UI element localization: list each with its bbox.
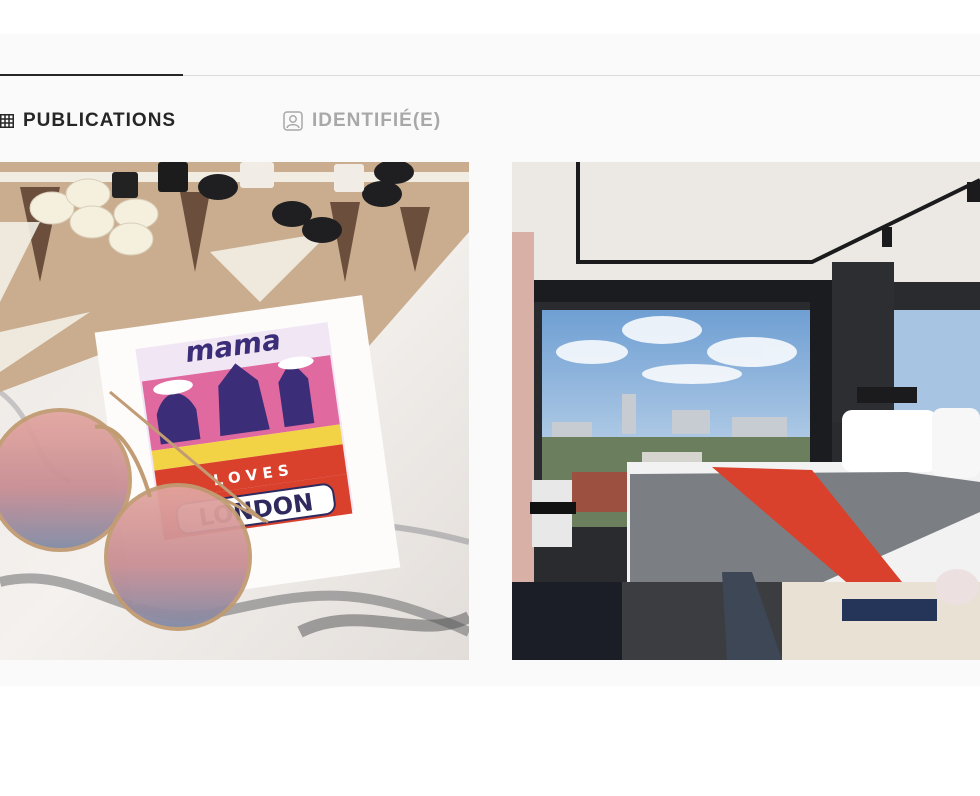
post-image-hotel-room — [512, 162, 980, 660]
tab-publications[interactable]: PUBLICATIONS — [0, 110, 176, 132]
profile-content-panel: PUBLICATIONS IDENTIFIÉ(E) mama L O V E S… — [0, 34, 980, 686]
grid-icon — [0, 114, 14, 128]
tab-tagged-label: IDENTIFIÉ(E) — [312, 110, 442, 131]
tagged-user-icon — [283, 111, 303, 131]
tab-tagged[interactable]: IDENTIFIÉ(E) — [283, 110, 441, 132]
post-image-backgammon: mama L O V E S LONDON — [0, 162, 469, 660]
post-thumbnail-1[interactable]: mama L O V E S LONDON — [0, 162, 469, 660]
post-thumbnail-2[interactable] — [512, 162, 980, 660]
tab-publications-label: PUBLICATIONS — [23, 110, 177, 131]
active-tab-indicator — [0, 74, 183, 76]
